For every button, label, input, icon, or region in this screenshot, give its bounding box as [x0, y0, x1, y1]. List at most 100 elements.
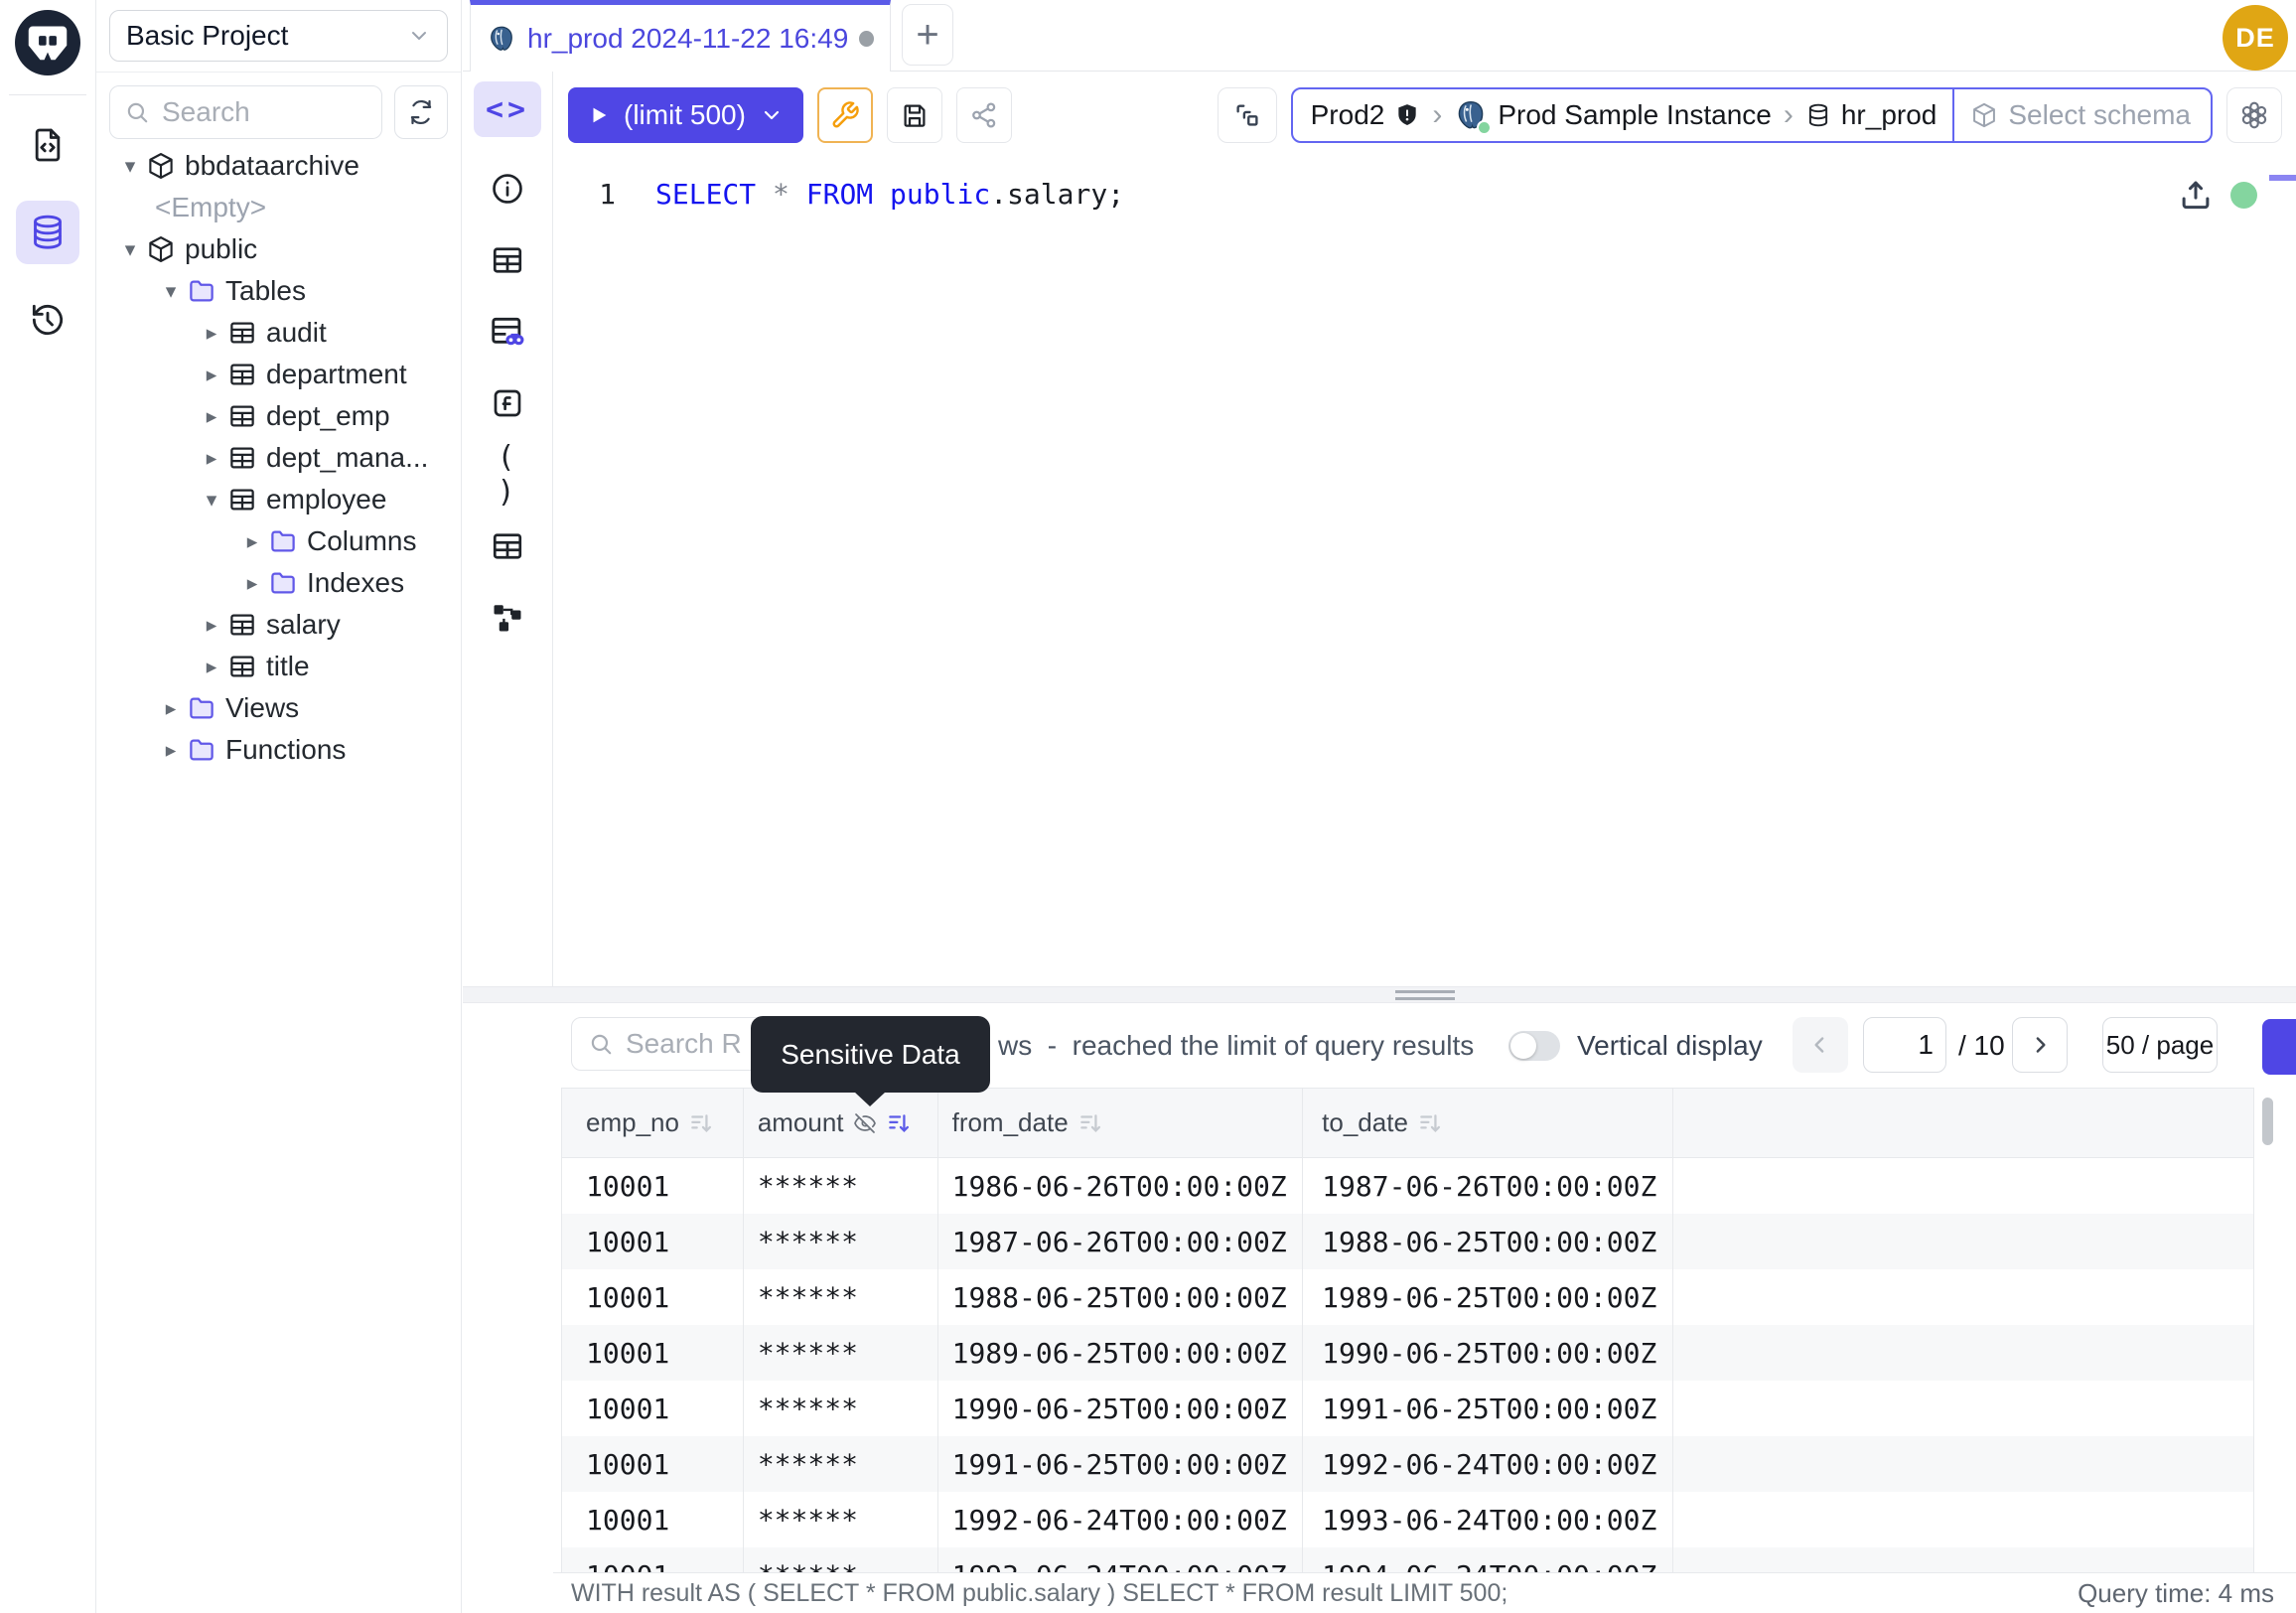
table-data-search-button[interactable] [488, 312, 527, 352]
cell[interactable]: ****** [744, 1158, 938, 1214]
cell[interactable] [1673, 1214, 2253, 1269]
caret-right-icon[interactable]: ▸ [236, 571, 268, 596]
tree-item-public[interactable]: ▾public [96, 228, 461, 270]
cell[interactable]: 1988-06-25T00:00:00Z [1303, 1214, 1673, 1269]
column-header-from_date[interactable]: from_date [938, 1089, 1304, 1157]
code-view-button[interactable]: <> [474, 81, 541, 137]
run-query-button[interactable]: (limit 500) [568, 87, 803, 143]
caret-right-icon[interactable]: ▸ [155, 738, 187, 763]
caret-right-icon[interactable]: ▸ [236, 529, 268, 554]
cell[interactable] [1673, 1492, 2253, 1547]
cell[interactable]: 1987-06-26T00:00:00Z [938, 1214, 1304, 1269]
tab-hr-prod[interactable]: hr_prod 2024-11-22 16:49 [470, 0, 891, 72]
tables-panel-button[interactable] [488, 240, 527, 280]
sql-editor[interactable]: 1 SELECT * FROM public.salary; [553, 159, 2296, 986]
cell[interactable]: ****** [744, 1492, 938, 1547]
cell[interactable] [1673, 1381, 2253, 1436]
page-number-input[interactable] [1863, 1017, 1946, 1073]
cell[interactable]: 1989-06-25T00:00:00Z [938, 1325, 1304, 1381]
new-tab-button[interactable]: + [902, 4, 953, 66]
tree-item--empty-[interactable]: <Empty> [96, 187, 461, 228]
tree-item-title[interactable]: ▸title [96, 646, 461, 687]
caret-down-icon[interactable]: ▾ [155, 279, 187, 304]
tree-item-functions[interactable]: ▸Functions [96, 729, 461, 771]
cell[interactable]: ****** [744, 1381, 938, 1436]
caret-right-icon[interactable]: ▸ [155, 696, 187, 721]
cell[interactable]: 1991-06-25T00:00:00Z [1303, 1381, 1673, 1436]
tree-item-views[interactable]: ▸Views [96, 687, 461, 729]
next-page-button[interactable] [2012, 1017, 2068, 1073]
bytebase-logo-icon[interactable] [15, 10, 80, 75]
caret-right-icon[interactable]: ▸ [196, 446, 227, 471]
table-row[interactable]: 10001******1987-06-26T00:00:00Z1988-06-2… [562, 1214, 2253, 1269]
sort-icon-active[interactable] [886, 1110, 912, 1136]
cell[interactable]: ****** [744, 1214, 938, 1269]
page-size-select[interactable]: 50 / page [2102, 1017, 2218, 1073]
cell[interactable]: 1993-06-24T00:00:00Z [938, 1547, 1304, 1572]
cell[interactable]: 1988-06-25T00:00:00Z [938, 1269, 1304, 1325]
cell[interactable]: ****** [744, 1269, 938, 1325]
caret-right-icon[interactable]: ▸ [196, 613, 227, 638]
functions-panel-button[interactable] [488, 383, 527, 423]
cell[interactable]: 1992-06-24T00:00:00Z [938, 1492, 1304, 1547]
rail-history-button[interactable] [16, 288, 79, 352]
sort-icon[interactable] [1417, 1110, 1443, 1136]
select-schema-button[interactable]: Select schema [1952, 89, 2211, 141]
rail-worksheet-button[interactable] [16, 113, 79, 177]
cell[interactable]: 10001 [562, 1547, 744, 1572]
column-header-emp_no[interactable]: emp_no [562, 1089, 744, 1157]
ai-assistant-button[interactable] [2226, 87, 2282, 143]
cell[interactable] [1673, 1269, 2253, 1325]
panel-resize-divider[interactable] [463, 986, 2296, 1003]
share-button[interactable] [956, 87, 1012, 143]
tree-item-indexes[interactable]: ▸Indexes [96, 562, 461, 604]
external-tables-button[interactable] [488, 526, 527, 566]
export-edge-button[interactable] [2262, 1019, 2296, 1075]
connection-breadcrumb[interactable]: Prod2 › Prod Sample Instance [1291, 87, 2213, 143]
tree-item-employee[interactable]: ▾employee [96, 479, 461, 520]
cell[interactable]: 1994-06-24T00:00:00Z [1303, 1547, 1673, 1572]
cell[interactable]: 1989-06-25T00:00:00Z [1303, 1269, 1673, 1325]
upload-sheet-button[interactable] [2177, 176, 2215, 214]
cell[interactable] [1673, 1325, 2253, 1381]
tree-item-audit[interactable]: ▸audit [96, 312, 461, 354]
caret-right-icon[interactable]: ▸ [196, 655, 227, 679]
info-button[interactable] [488, 169, 527, 209]
prev-page-button[interactable] [1793, 1017, 1848, 1073]
tree-item-bbdataarchive[interactable]: ▾bbdataarchive [96, 145, 461, 187]
cell[interactable]: 1990-06-25T00:00:00Z [1303, 1325, 1673, 1381]
caret-right-icon[interactable]: ▸ [196, 321, 227, 346]
vertical-display-toggle[interactable] [1508, 1031, 1560, 1061]
table-row[interactable]: 10001******1989-06-25T00:00:00Z1990-06-2… [562, 1325, 2253, 1381]
cell[interactable]: ****** [744, 1325, 938, 1381]
cell[interactable]: 10001 [562, 1492, 744, 1547]
column-header-to_date[interactable]: to_date [1303, 1089, 1673, 1157]
caret-right-icon[interactable]: ▸ [196, 404, 227, 429]
cell[interactable] [1673, 1547, 2253, 1572]
schema-diagram-button[interactable] [488, 598, 527, 638]
table-row[interactable]: 10001******1988-06-25T00:00:00Z1989-06-2… [562, 1269, 2253, 1325]
project-selector[interactable]: Basic Project [109, 10, 448, 62]
caret-right-icon[interactable]: ▸ [196, 363, 227, 387]
save-button[interactable] [887, 87, 942, 143]
select-connection-button[interactable] [1218, 87, 1277, 143]
tree-item-dept-emp[interactable]: ▸dept_emp [96, 395, 461, 437]
cell[interactable]: 1993-06-24T00:00:00Z [1303, 1492, 1673, 1547]
table-row[interactable]: 10001******1993-06-24T00:00:00Z1994-06-2… [562, 1547, 2253, 1572]
cell[interactable]: 1986-06-26T00:00:00Z [938, 1158, 1304, 1214]
cell[interactable]: ****** [744, 1547, 938, 1572]
format-sql-button[interactable] [817, 87, 873, 143]
caret-down-icon[interactable]: ▾ [114, 237, 146, 262]
cell[interactable]: 1991-06-25T00:00:00Z [938, 1436, 1304, 1492]
sort-icon[interactable] [1077, 1110, 1103, 1136]
cell[interactable]: 10001 [562, 1325, 744, 1381]
refresh-button[interactable] [394, 85, 448, 139]
cell[interactable]: 10001 [562, 1436, 744, 1492]
tree-item-department[interactable]: ▸department [96, 354, 461, 395]
cell[interactable]: 10001 [562, 1214, 744, 1269]
cell[interactable]: 10001 [562, 1381, 744, 1436]
procedures-panel-button[interactable]: ( ) [488, 455, 527, 495]
cell[interactable] [1673, 1158, 2253, 1214]
table-row[interactable]: 10001******1992-06-24T00:00:00Z1993-06-2… [562, 1492, 2253, 1547]
table-row[interactable]: 10001******1990-06-25T00:00:00Z1991-06-2… [562, 1381, 2253, 1436]
